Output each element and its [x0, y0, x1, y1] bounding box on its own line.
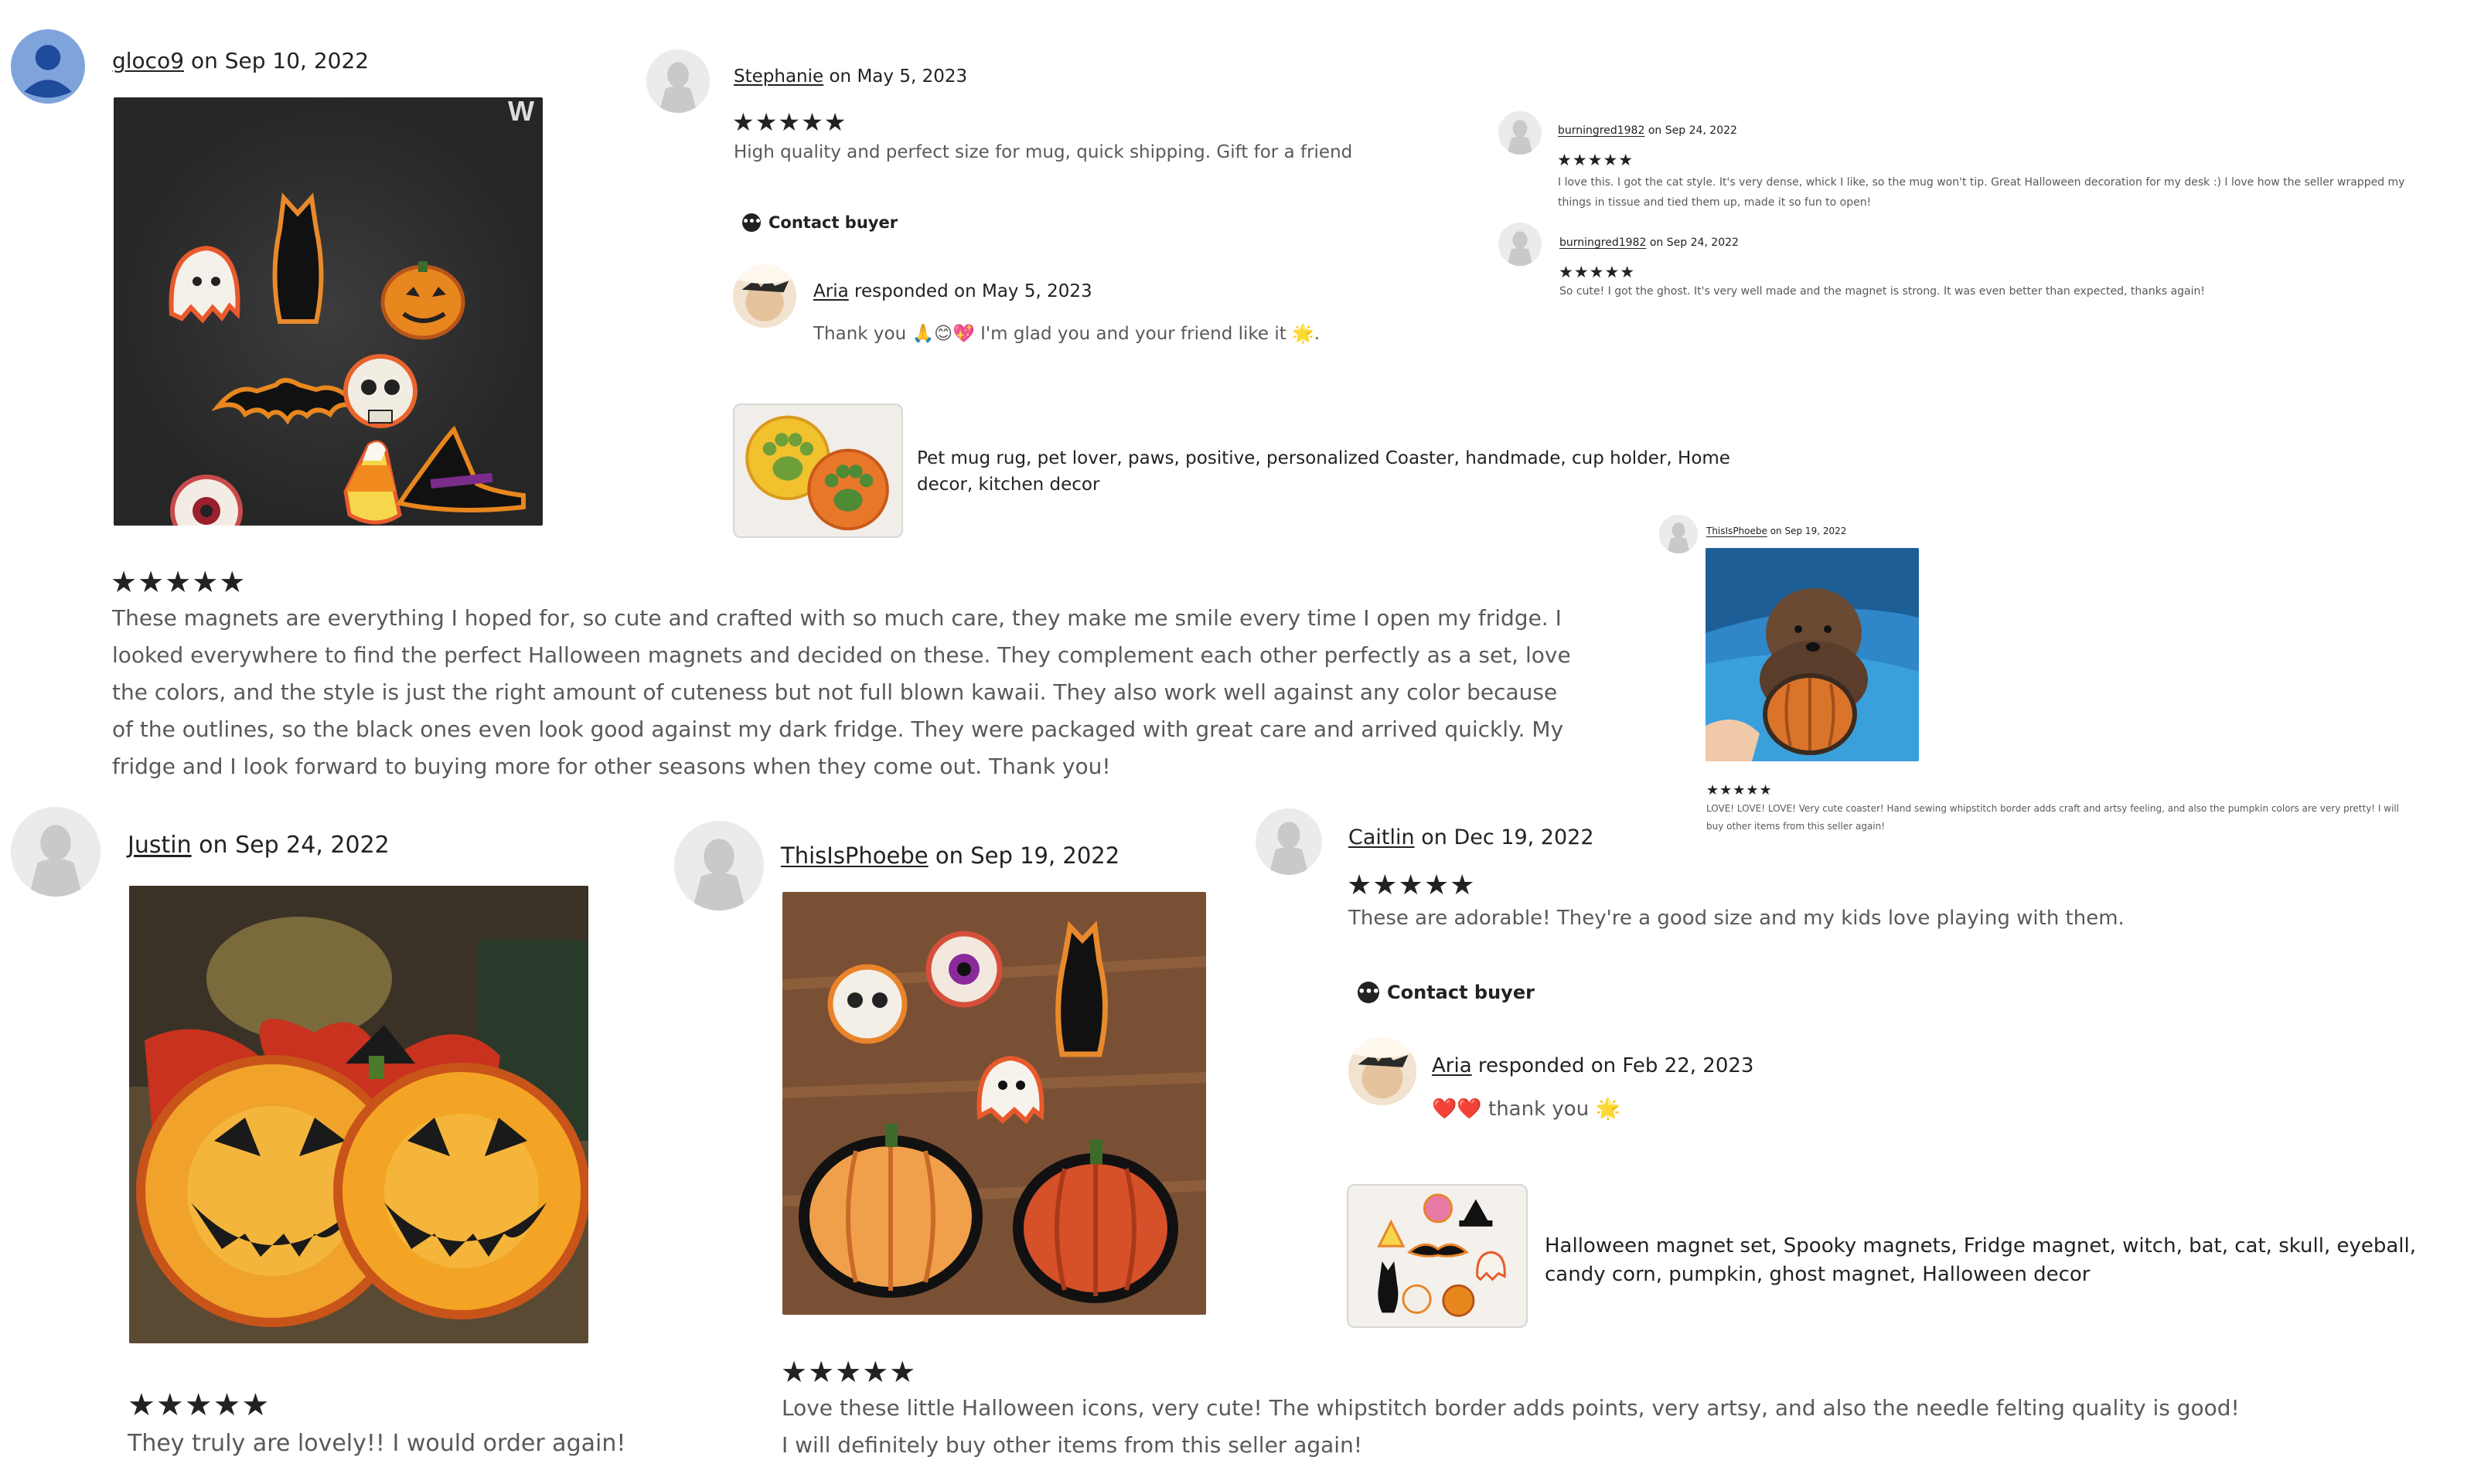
responded-label: responded on	[1477, 1054, 1617, 1077]
person-icon	[11, 807, 101, 897]
review-text: LOVE! LOVE! LOVE! Very cute coaster! Han…	[1706, 803, 2400, 832]
seller-avatar[interactable]	[1348, 1037, 1416, 1105]
reviewer-name-link[interactable]: ThisIsPhoebe	[781, 842, 929, 869]
review-text: I love this. I got the cat style. It's v…	[1558, 176, 2405, 209]
review-date: Sep 19, 2022	[970, 842, 1120, 869]
review-date: Sep 24, 2022	[1665, 124, 1737, 137]
seller-cat-icon	[733, 264, 796, 328]
seller-response-text: ❤️❤️ thank you 🌟	[1432, 1098, 1620, 1121]
reviewer-avatar-justin[interactable]	[11, 807, 101, 897]
reviewer-name-link[interactable]: burningred1982	[1558, 124, 1644, 137]
contact-buyer-label: Contact buyer	[768, 213, 898, 232]
dog-with-pumpkin-coaster-image	[1706, 548, 1919, 761]
date-prefix: on	[935, 842, 963, 869]
review-photo-halloween-magnets[interactable]: W	[114, 97, 543, 526]
review-header: ThisIsPhoebe on Sep 19, 2022	[781, 842, 1119, 869]
date-prefix: on	[829, 66, 852, 87]
person-icon	[1498, 223, 1542, 266]
review-date: Sep 24, 2022	[1666, 237, 1739, 249]
response-date: Feb 22, 2023	[1622, 1054, 1754, 1077]
rating-stars: ★★★★★	[128, 1387, 271, 1423]
photo-watermark: W	[508, 97, 534, 127]
rating-stars: ★★★★★	[1557, 151, 1634, 169]
review-text: So cute! I got the ghost. It's very well…	[1559, 285, 2206, 298]
reviewer-avatar-burningred1982[interactable]	[1498, 223, 1542, 266]
rating-stars: ★★★★★	[1559, 263, 1636, 281]
review-text: Love these little Halloween icons, very …	[782, 1395, 2240, 1458]
chat-icon: •••	[1358, 982, 1380, 1003]
review-date: Dec 19, 2022	[1453, 825, 1594, 849]
reviewer-avatar-burningred1982[interactable]	[1498, 111, 1542, 155]
seller-cat-icon	[1348, 1037, 1416, 1105]
seller-avatar[interactable]	[733, 264, 796, 328]
review-header: burningred1982 on Sep 24, 2022	[1559, 237, 1739, 249]
reviewer-name-link[interactable]: Stephanie	[734, 66, 823, 87]
reviewer-name-link[interactable]: gloco9	[112, 48, 184, 73]
review-header: Caitlin on Dec 19, 2022	[1348, 825, 1594, 849]
review-text: These magnets are everything I hoped for…	[112, 605, 1571, 779]
rating-stars: ★★★★★	[1706, 782, 1773, 798]
review-text: These are adorable! They're a good size …	[1348, 907, 2125, 930]
rating-stars: ★★★★★	[781, 1355, 917, 1389]
product-title-link[interactable]: Halloween magnet set, Spooky magnets, Fr…	[1545, 1232, 2442, 1289]
product-thumbnail-halloween-magnet-set[interactable]	[1347, 1184, 1528, 1328]
rating-stars: ★★★★★	[732, 107, 847, 137]
chat-icon: •••	[742, 213, 762, 232]
review-date: May 5, 2023	[857, 66, 968, 87]
review-date: Sep 24, 2022	[235, 832, 390, 859]
review-header: ThisIsPhoebe on Sep 19, 2022	[1706, 526, 1846, 536]
contact-buyer-button[interactable]: ••• Contact buyer	[742, 213, 898, 232]
review-text: They truly are lovely!! I would order ag…	[128, 1430, 626, 1457]
seller-response-text: Thank you 🙏😊💖 I'm glad you and your frie…	[813, 324, 1320, 344]
responded-label: responded on	[854, 281, 976, 301]
person-icon	[1256, 808, 1322, 875]
review-date: Sep 10, 2022	[224, 48, 370, 73]
date-prefix: on	[1770, 526, 1782, 536]
date-prefix: on	[1648, 124, 1662, 137]
date-prefix: on	[1421, 825, 1447, 849]
person-icon	[11, 29, 85, 104]
seller-response-header: Aria responded on May 5, 2023	[813, 281, 1092, 301]
date-prefix: on	[199, 832, 228, 859]
reviewer-name-link[interactable]: ThisIsPhoebe	[1706, 526, 1767, 536]
jack-o-lantern-coasters-image	[129, 886, 588, 1343]
contact-buyer-label: Contact buyer	[1387, 982, 1535, 1003]
review-header: Stephanie on May 5, 2023	[734, 66, 967, 87]
product-title-link[interactable]: Pet mug rug, pet lover, paws, positive, …	[917, 445, 1736, 498]
reviewer-avatar-gloco9[interactable]	[11, 29, 85, 104]
seller-name-link[interactable]: Aria	[1432, 1054, 1472, 1077]
person-icon	[646, 49, 710, 113]
reviewer-avatar-caitlin[interactable]	[1256, 808, 1322, 875]
review-header: gloco9 on Sep 10, 2022	[112, 48, 369, 73]
review-date: Sep 19, 2022	[1784, 526, 1847, 536]
halloween-icons-on-wood-image	[782, 892, 1206, 1315]
review-photo-halloween-icons[interactable]	[782, 892, 1206, 1315]
person-icon	[674, 821, 764, 910]
reviewer-avatar-stephanie[interactable]	[646, 49, 710, 113]
review-header: Justin on Sep 24, 2022	[128, 832, 390, 859]
reviewer-name-link[interactable]: burningred1982	[1559, 237, 1646, 249]
response-date: May 5, 2023	[981, 281, 1092, 301]
reviewer-name-link[interactable]: Caitlin	[1348, 825, 1415, 849]
date-prefix: on	[1649, 237, 1664, 249]
contact-buyer-button[interactable]: ••• Contact buyer	[1358, 982, 1535, 1003]
review-photo-dog-coaster[interactable]	[1706, 548, 1919, 761]
person-icon	[1498, 111, 1542, 155]
rating-stars: ★★★★★	[111, 565, 247, 599]
review-text: High quality and perfect size for mug, q…	[734, 142, 1353, 162]
halloween-magnet-set-image	[1348, 1186, 1526, 1326]
person-icon	[1659, 515, 1698, 553]
review-photo-pumpkin-coasters[interactable]	[129, 886, 588, 1343]
reviewer-avatar-thisisphoebe[interactable]	[674, 821, 764, 910]
halloween-magnets-image: W	[114, 97, 543, 526]
seller-name-link[interactable]: Aria	[813, 281, 849, 301]
reviewer-name-link[interactable]: Justin	[128, 832, 192, 859]
rating-stars: ★★★★★	[1347, 870, 1476, 901]
reviewer-avatar-thisisphoebe[interactable]	[1659, 515, 1698, 553]
seller-response-header: Aria responded on Feb 22, 2023	[1432, 1054, 1753, 1077]
paw-coasters-image	[734, 405, 901, 536]
product-thumbnail-pet-mug-rug[interactable]	[733, 403, 903, 538]
review-header: burningred1982 on Sep 24, 2022	[1558, 124, 1737, 137]
date-prefix: on	[190, 48, 218, 73]
